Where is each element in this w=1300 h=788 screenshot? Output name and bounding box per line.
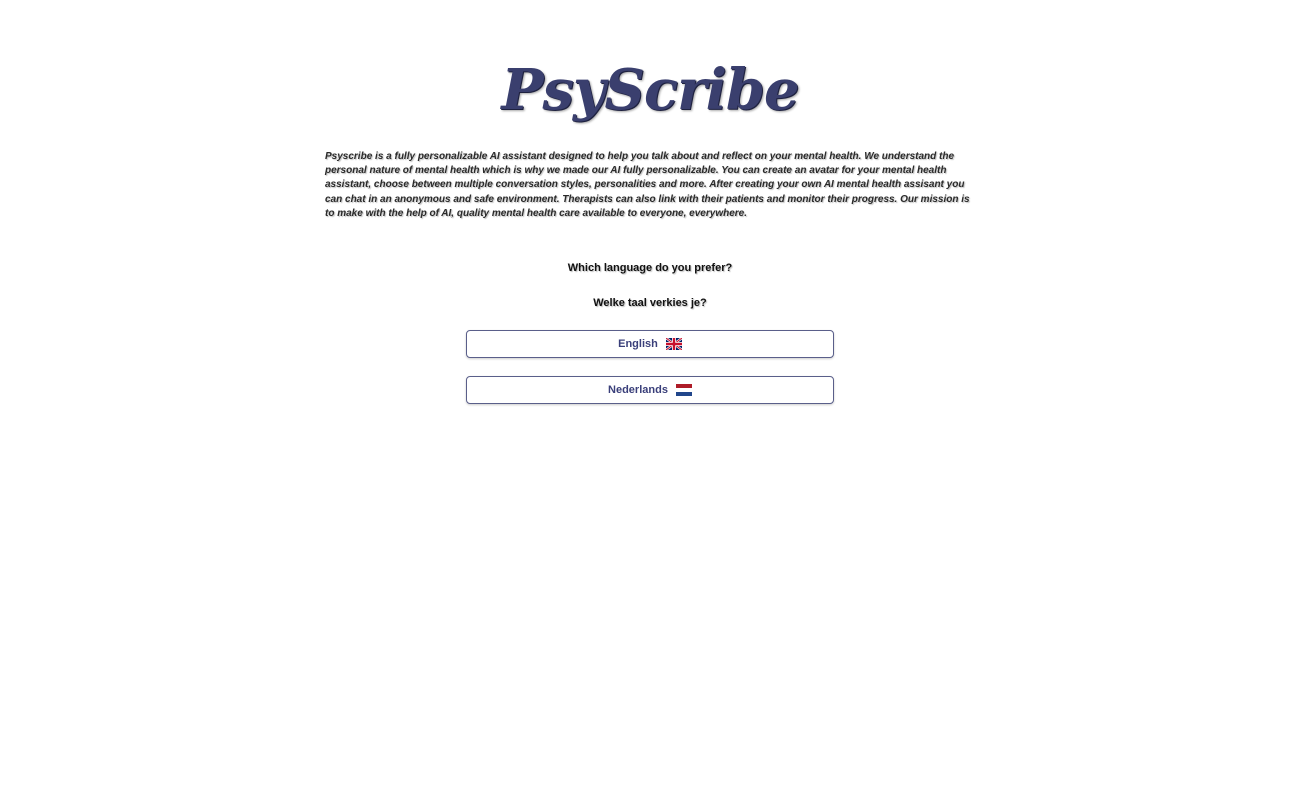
english-button-label: English [618,338,658,350]
dutch-language-button[interactable]: Nederlands [466,376,834,404]
dutch-button-label: Nederlands [608,384,668,396]
english-language-button[interactable]: English [466,330,834,358]
intro-description: Psyscribe is a fully personalizable AI a… [325,151,970,219]
landing-page: PsyScribe Psyscribe is a fully personali… [0,0,1300,788]
netherlands-flag-icon [675,384,692,396]
app-logo: PsyScribe [501,57,799,123]
language-question-english: Which language do you prefer? [567,262,733,274]
uk-flag-icon [665,338,682,350]
language-question-dutch: Welke taal verkies je? [593,297,707,309]
